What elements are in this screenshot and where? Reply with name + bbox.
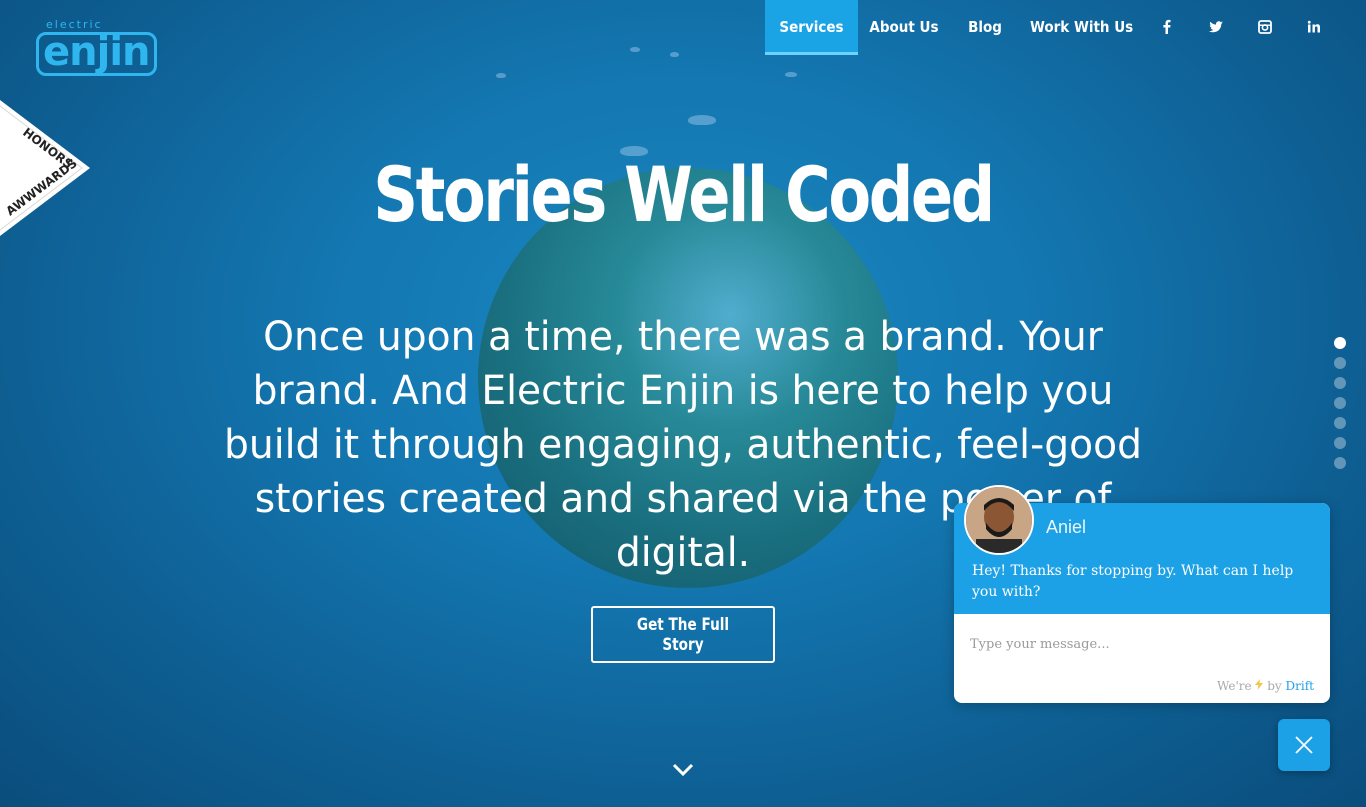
section-dot[interactable] xyxy=(1334,337,1346,349)
section-dot[interactable] xyxy=(1334,417,1346,429)
nav-item-work-with-us[interactable]: Work With Us xyxy=(1030,0,1133,55)
cta-label: Get The Full Story xyxy=(636,614,730,655)
chat-greeting: Hey! Thanks for stopping by. What can I … xyxy=(972,563,1294,600)
chat-widget: Aniel Hey! Thanks for stopping by. What … xyxy=(954,485,1330,703)
section-dot[interactable] xyxy=(1334,457,1346,469)
agent-photo-icon xyxy=(966,487,1032,553)
chat-header: Aniel Hey! Thanks for stopping by. What … xyxy=(954,485,1330,614)
avatar xyxy=(964,485,1034,555)
section-dot[interactable] xyxy=(1334,437,1346,449)
get-full-story-button[interactable]: Get The Full Story xyxy=(591,606,775,663)
agent-name: Aniel xyxy=(1046,517,1087,537)
twitter-icon[interactable] xyxy=(1207,18,1225,36)
nav-item-about-us[interactable]: About Us xyxy=(866,0,942,55)
drift-link: Drift xyxy=(1285,679,1314,693)
awwwards-honors-badge[interactable]: HONORS AWWWARDS xyxy=(0,100,90,236)
facebook-icon[interactable] xyxy=(1158,18,1176,36)
section-dot[interactable] xyxy=(1334,377,1346,389)
chat-message-input[interactable] xyxy=(954,614,1330,674)
section-navigation-dots xyxy=(1334,337,1346,477)
floating-shard xyxy=(785,72,797,77)
nav-item-services[interactable]: Services xyxy=(765,0,858,55)
chevron-down-icon[interactable] xyxy=(671,760,695,780)
close-icon xyxy=(1295,736,1313,754)
instagram-icon[interactable] xyxy=(1256,18,1274,36)
powered-prefix: We're xyxy=(1216,679,1252,693)
nav-item-blog[interactable]: Blog xyxy=(962,0,1008,55)
main-nav: Services About Us Blog Work With Us xyxy=(0,0,1366,55)
section-dot[interactable] xyxy=(1334,397,1346,409)
powered-by-word: by xyxy=(1267,679,1282,693)
chat-close-button[interactable] xyxy=(1278,719,1330,771)
floating-shard xyxy=(688,115,716,125)
hero-title: Stories Well Coded xyxy=(373,150,995,239)
linkedin-icon[interactable] xyxy=(1305,18,1323,36)
powered-by-drift[interactable]: We're by Drift xyxy=(1217,679,1314,693)
section-dot[interactable] xyxy=(1334,357,1346,369)
floating-shard xyxy=(496,73,506,78)
lightning-icon xyxy=(1255,679,1264,690)
